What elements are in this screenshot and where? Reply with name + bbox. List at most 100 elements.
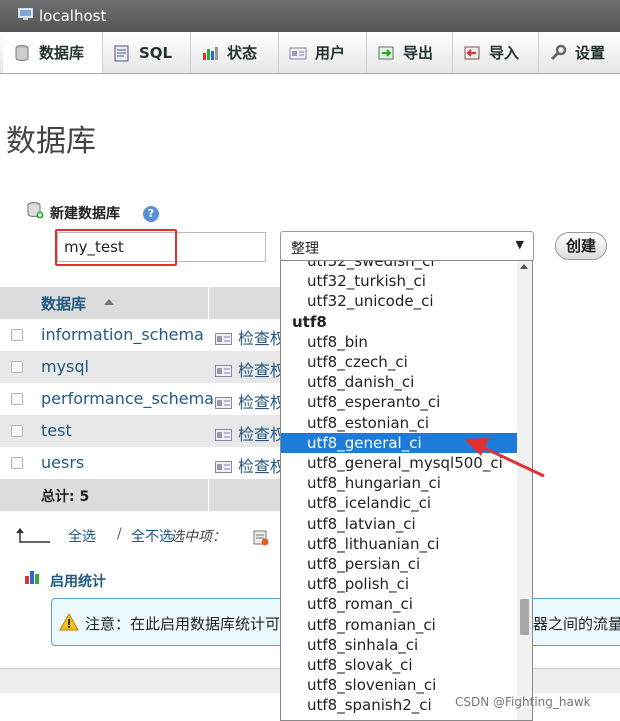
create-database-label: 新建数据库 — [50, 206, 120, 222]
collation-select-value: 整理 — [291, 241, 319, 257]
privileges-icon — [215, 365, 232, 377]
collation-option[interactable]: utf8_general_mysql500_ci — [281, 453, 518, 473]
row-checkbox[interactable] — [11, 393, 23, 405]
collation-option[interactable]: utf8_hungarian_ci — [281, 473, 518, 493]
collation-option[interactable]: utf8_roman_ci — [281, 594, 518, 614]
collation-select[interactable]: 整理 ▼ — [280, 231, 534, 261]
wrench-icon — [550, 44, 567, 60]
check-privileges-link[interactable]: 检查权 — [215, 421, 286, 445]
database-link[interactable]: uesrs — [41, 453, 84, 472]
tab-label: 状态 — [227, 44, 258, 62]
check-privileges-label: 检查权 — [238, 329, 287, 348]
collation-dropdown-list[interactable]: utf32_swedish_ci utf32_turkish_ci utf32_un… — [280, 260, 533, 721]
tab-label: 设置 — [575, 44, 606, 62]
tab-label: 用户 — [315, 44, 346, 62]
dropdown-scrollbar[interactable] — [517, 261, 532, 720]
bulk-select-bar: 全选 / 全不选 选中项： — [16, 523, 286, 547]
new-database-icon — [27, 202, 44, 219]
column-divider — [208, 287, 209, 319]
collation-option[interactable]: utf8_polish_ci — [281, 574, 518, 594]
table-total-row: 总计: 5 — [0, 479, 300, 511]
tab-import[interactable]: 导入 — [453, 32, 539, 73]
collation-option[interactable]: utf8_lithuanian_ci — [281, 534, 518, 554]
notice-text-tail: 器之间的流量 — [533, 615, 620, 633]
warning-icon — [59, 613, 79, 631]
collation-option[interactable]: utf8_general_ci — [281, 432, 518, 453]
notice-text: 注意：在此启用数据库统计可 — [85, 615, 281, 633]
watermark: CSDN @Fighting_hawk — [455, 695, 591, 709]
tab-label: SQL — [139, 43, 173, 62]
sort-ascending-icon[interactable] — [104, 299, 114, 305]
tab-users[interactable]: 用户 — [279, 32, 367, 73]
collation-option[interactable]: utf8_danish_ci — [281, 372, 518, 392]
page-title: 数据库 — [6, 124, 96, 159]
collation-option[interactable]: utf8_slovak_ci — [281, 655, 518, 675]
main-tabs: 数据库 SQL 状态 用户 导出 导入 设置 — [0, 32, 620, 74]
with-selected-label: 选中项： — [170, 529, 226, 545]
collation-option[interactable]: utf8_romanian_ci — [281, 615, 518, 635]
check-privileges-label: 检查权 — [238, 425, 287, 444]
collation-option[interactable]: utf32_unicode_ci — [281, 291, 518, 311]
column-header-database[interactable]: 数据库 — [41, 293, 86, 314]
tab-label: 导入 — [489, 44, 520, 62]
drop-database-icon[interactable] — [253, 530, 269, 546]
database-link[interactable]: mysql — [41, 357, 89, 376]
collation-option[interactable]: utf8_sinhala_ci — [281, 635, 518, 655]
option-group-label: utf8 — [292, 312, 327, 331]
privileges-icon — [215, 333, 232, 345]
database-link[interactable]: information_schema — [41, 325, 204, 344]
collation-option[interactable]: utf8_persian_ci — [281, 554, 518, 574]
help-icon[interactable]: ? — [143, 206, 159, 222]
chevron-down-icon: ▼ — [515, 238, 524, 251]
total-count: 总计: 5 — [41, 489, 90, 505]
privileges-icon — [215, 461, 232, 473]
annotation-highlight-box — [55, 229, 177, 266]
collation-option[interactable]: utf32_turkish_ci — [281, 271, 518, 291]
tab-label: 数据库 — [39, 44, 85, 62]
select-none-link[interactable]: 全不选 — [117, 526, 173, 546]
collation-option[interactable]: utf8_estonian_ci — [281, 413, 518, 433]
table-row: uesrs 检查权 — [0, 447, 300, 479]
database-link[interactable]: performance_schema — [41, 389, 214, 408]
row-checkbox[interactable] — [11, 329, 23, 341]
export-icon — [378, 46, 394, 59]
tab-export[interactable]: 导出 — [367, 32, 453, 73]
users-icon — [289, 47, 307, 59]
scrollbar-thumb[interactable] — [520, 599, 529, 635]
table-header: 数据库 — [0, 287, 300, 319]
collation-option[interactable]: utf32_swedish_ci — [281, 261, 518, 271]
create-button[interactable]: 创建 — [555, 232, 607, 260]
check-privileges-link[interactable]: 检查权 — [215, 453, 286, 477]
window-title: localhost — [39, 7, 107, 25]
privileges-icon — [215, 429, 232, 441]
statistics-icon — [25, 571, 39, 584]
tab-databases[interactable]: 数据库 — [3, 32, 103, 73]
scroll-up-icon[interactable] — [520, 264, 528, 269]
arrow-up-left-icon — [16, 528, 50, 543]
table-row: information_schema 检查权 — [0, 319, 300, 351]
tab-sql[interactable]: SQL — [103, 32, 191, 73]
table-row: mysql 检查权 — [0, 351, 300, 383]
row-checkbox[interactable] — [11, 457, 23, 469]
column-divider — [208, 479, 209, 511]
check-privileges-link[interactable]: 检查权 — [215, 357, 286, 381]
table-row: performance_schema 检查权 — [0, 383, 300, 415]
tab-status[interactable]: 状态 — [191, 32, 279, 73]
collation-option[interactable]: utf8_slovenian_ci — [281, 675, 518, 695]
tab-settings[interactable]: 设置 — [539, 32, 620, 73]
collation-option[interactable]: utf8_esperanto_ci — [281, 392, 518, 412]
collation-option[interactable]: utf8_czech_ci — [281, 352, 518, 372]
enable-statistics-link[interactable]: 启用统计 — [50, 571, 106, 591]
select-all-link[interactable]: 全选 — [68, 526, 96, 546]
check-privileges-link[interactable]: 检查权 — [215, 389, 286, 413]
check-privileges-link[interactable]: 检查权 — [215, 325, 286, 349]
row-checkbox[interactable] — [11, 361, 23, 373]
privileges-icon — [215, 397, 232, 409]
collation-option[interactable]: utf8_bin — [281, 332, 518, 352]
database-link[interactable]: test — [41, 421, 72, 440]
collation-option[interactable]: utf8_icelandic_ci — [281, 493, 518, 513]
server-icon — [18, 8, 33, 20]
collation-option[interactable]: utf8_latvian_ci — [281, 514, 518, 534]
row-checkbox[interactable] — [11, 425, 23, 437]
sql-icon — [114, 45, 129, 61]
